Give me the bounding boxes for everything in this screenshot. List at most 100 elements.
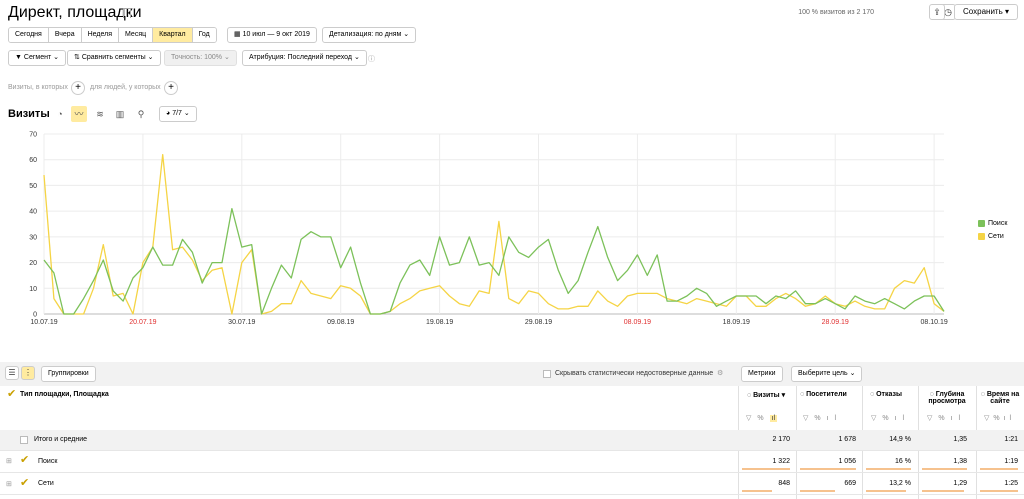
expand-icon[interactable]: ⊞ [6,480,12,488]
y-tick-label: 20 [29,260,37,267]
list-view-icon[interactable]: ☰ [5,366,19,380]
bookmark-icon[interactable] [123,8,131,18]
add-people-condition-button[interactable]: + [164,81,178,95]
map-pin-icon[interactable]: ⚲ [133,106,149,122]
total-label: Итого и средние [34,436,88,443]
row-bounces: 16 % [895,458,911,465]
row-depth: 1,38 [953,458,967,465]
visits-share-bar [742,468,790,470]
pie-chart-icon[interactable]: ◔ [52,106,68,122]
time-share-bar [980,468,1018,470]
row-visitors: 669 [844,480,856,487]
segment-button[interactable]: ▼ Сегмент ⌄ [8,50,66,66]
bounces-share-bar [866,490,906,492]
people-condition-label: для людей, у которых [90,84,161,91]
x-tick-label: 30.07.19 [228,319,255,326]
group-checkbox[interactable]: ✔ [7,389,16,400]
hide-unreliable-checkbox[interactable] [543,370,551,378]
total-time: 1:21 [1004,436,1018,443]
period-week[interactable]: Неделя [81,28,120,42]
column-tools-bounces[interactable]: ▽%ıl [871,414,910,422]
series-selector[interactable]: ◕ 7/7 ⌄ [159,106,197,122]
column-tools-time[interactable]: ▽%ıl [984,414,1015,422]
row-depth: 1,29 [953,480,967,487]
period-selector: Сегодня Вчера Неделя Месяц Квартал Год [8,27,217,43]
bar-mode-icon[interactable]: ıl [769,415,778,422]
column-tools-visits[interactable]: ▽% ıl [746,414,778,422]
date-range-button[interactable]: ▦ 10 июл — 9 окт 2019 [227,27,317,43]
x-tick-label: 19.08.19 [426,319,453,326]
export-icon[interactable]: ⇪ [929,4,945,20]
area-chart-icon[interactable]: ≋ [92,106,108,122]
period-quarter[interactable]: Квартал [153,28,193,42]
line-chart-icon[interactable]: 〰 [71,106,87,122]
settings-icon[interactable]: ⚙ [717,369,723,377]
x-tick-label: 08.10.19 [920,319,947,326]
column-header-bounces[interactable]: ◌ Отказы [870,391,902,398]
column-tools-visitors[interactable]: ▽%ıl [803,414,842,422]
save-button[interactable]: Сохранить ▾ [953,4,1018,20]
row-visitors: 1 056 [838,458,856,465]
bounces-share-bar [866,468,911,470]
y-tick-label: 70 [29,132,37,139]
row-bounces: 13,2 % [889,480,911,487]
info-icon[interactable]: ⓘ [368,54,375,64]
y-tick-label: 0 [33,312,37,319]
group-header: Тип площадки, Площадка [20,391,109,398]
table-toolbar [0,362,1024,386]
detail-dropdown[interactable]: Детализация: по дням ⌄ [322,27,417,43]
column-tools-depth[interactable]: ▽%ıl [927,414,966,422]
x-tick-label: 29.08.19 [525,319,552,326]
groupings-button[interactable]: Группировки [41,366,96,382]
column-header-visitors[interactable]: ◌ Посетители [800,391,847,398]
expand-icon[interactable]: ⊞ [6,457,12,465]
add-visit-condition-button[interactable]: + [71,81,85,95]
metrics-button[interactable]: Метрики [741,366,783,382]
x-tick-label: 20.07.19 [129,319,156,326]
chart-area: 0 10 20 30 40 50 60 70 10.07.19 20.07.19 30.07.19… [29,132,948,327]
x-tick-label: 18.09.19 [723,319,750,326]
period-month[interactable]: Месяц [119,28,154,42]
bar-chart-icon[interactable]: ▥ [112,106,128,122]
column-header-time[interactable]: ◌ Время на сайте [980,391,1020,405]
attribution-dropdown[interactable]: Атрибуция: Последний переход ⌄ [242,50,367,66]
row-label: Сети [38,480,54,487]
legend-item-networks[interactable]: Сети [978,233,1004,240]
visitors-share-bar [800,468,856,470]
series-icon: ◕ [166,110,171,117]
legend-item-search[interactable]: Поиск [978,220,1007,227]
total-bounces: 14,9 % [889,436,911,443]
y-tick-label: 60 [29,157,37,164]
visitors-share-bar [800,490,835,492]
calendar-icon: ▦ [234,31,241,38]
row-label: Поиск [38,458,58,465]
total-visits: 2 170 [772,436,790,443]
x-tick-label: 10.07.19 [30,319,57,326]
total-checkbox[interactable] [20,436,28,444]
period-today[interactable]: Сегодня [9,28,49,42]
period-year[interactable]: Год [192,28,216,42]
visits-condition-label: Визиты, в которых [8,84,68,91]
row-checkbox[interactable]: ✔ [20,478,29,489]
legend-swatch [978,233,985,240]
depth-share-bar [922,468,967,470]
hide-unreliable-label: Скрывать статистически недостоверные дан… [555,370,714,377]
time-share-bar [980,490,1018,492]
accuracy-dropdown[interactable]: Точность: 100% ⌄ [164,50,237,66]
x-tick-label: 28.09.19 [822,319,849,326]
filter-icon: ▼ [15,54,22,61]
visits-share-bar [742,490,772,492]
column-header-depth[interactable]: ◌ Глубина просмотра [924,391,970,405]
y-tick-label: 10 [29,286,37,293]
y-tick-label: 40 [29,209,37,216]
series-line-networks [43,153,945,315]
period-yesterday[interactable]: Вчера [48,28,82,42]
goal-dropdown[interactable]: Выберите цель ⌄ [791,366,863,382]
compare-segments-button[interactable]: ⇅ Сравнить сегменты ⌄ [67,50,161,66]
row-checkbox[interactable]: ✔ [20,455,29,466]
y-tick-label: 50 [29,183,37,190]
column-header-visits[interactable]: ◌ Визиты ▾ [747,391,785,399]
tree-view-icon[interactable]: ⋮ [21,366,35,380]
y-tick-label: 30 [29,234,37,241]
depth-share-bar [922,490,964,492]
